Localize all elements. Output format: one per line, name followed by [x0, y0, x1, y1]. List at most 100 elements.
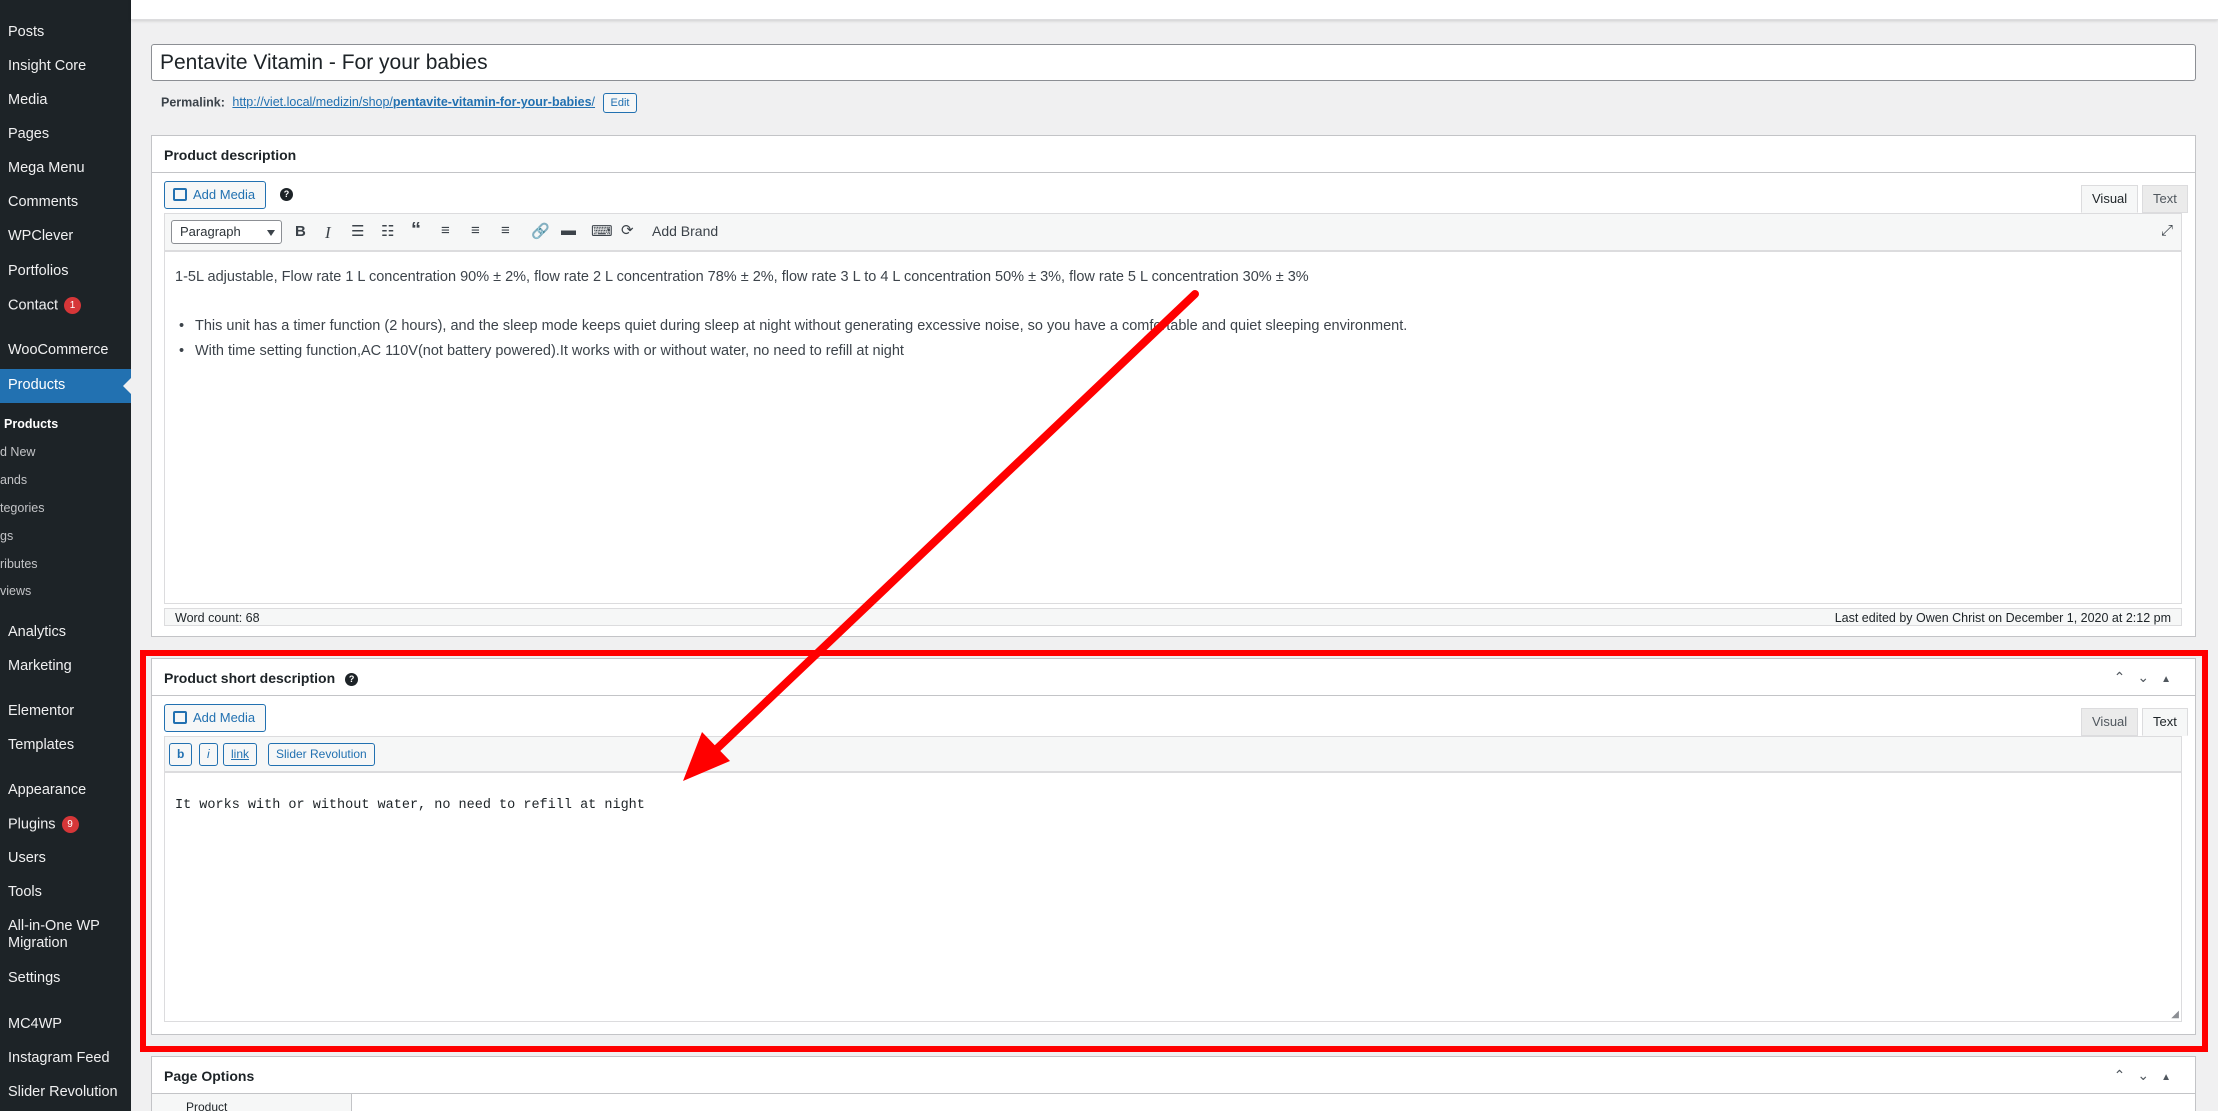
sidebar-item-slider-revolution[interactable]: Slider Revolution: [8, 1084, 118, 1100]
quicktag-bold-button[interactable]: b: [169, 743, 193, 766]
align-right-icon[interactable]: ≡: [501, 222, 510, 239]
sidebar-item-templates[interactable]: Templates: [8, 737, 74, 753]
sidebar-item-contact[interactable]: Contact 1: [8, 297, 81, 314]
admin-sidebar: Posts Insight Core Media Pages Mega Menu…: [0, 0, 131, 1111]
tab-visual[interactable]: Visual: [2081, 708, 2139, 736]
permalink-tail: /: [591, 95, 596, 110]
post-title-input[interactable]: [151, 44, 2196, 81]
short-description-text: It works with or without water, no need …: [175, 798, 645, 813]
sidebar-item-marketing[interactable]: Marketing: [8, 658, 72, 674]
sidebar-item-posts[interactable]: Posts: [8, 24, 44, 40]
postbox-header: Product short description? ⌃⌄▲: [152, 659, 2195, 696]
sidebar-item-products[interactable]: Products: [0, 369, 131, 403]
postbox-header: Page Options ⌃⌄▲: [152, 1057, 2195, 1094]
align-left-icon[interactable]: ≡: [441, 222, 450, 239]
postbox-title-text: Product short description: [164, 670, 336, 686]
sidebar-item-media[interactable]: Media: [8, 92, 48, 108]
sidebar-item-all-in-one-wp-migration[interactable]: All-in-One WP Migration: [8, 918, 100, 952]
read-more-icon[interactable]: ▬: [561, 222, 576, 239]
fullscreen-icon[interactable]: ⤢: [2161, 222, 2173, 239]
sidebar-item-analytics[interactable]: Analytics: [8, 624, 66, 640]
help-icon[interactable]: ?: [280, 188, 293, 201]
sidebar-item-plugins[interactable]: Plugins 9: [8, 816, 79, 833]
tab-text[interactable]: Text: [2142, 708, 2188, 736]
contact-count-badge: 1: [63, 297, 81, 314]
link-icon[interactable]: 🔗: [531, 222, 550, 240]
sidebar-item-settings[interactable]: Settings: [8, 970, 60, 986]
help-icon[interactable]: ?: [345, 672, 359, 686]
sidebar-item-tools[interactable]: Tools: [8, 884, 42, 900]
chevron-down-icon: [267, 230, 275, 236]
permalink-link[interactable]: http://viet.local/medizin/shop/pentavite…: [232, 95, 595, 109]
format-select[interactable]: Paragraph: [171, 220, 282, 244]
sidebar-item-label: Plugins: [8, 816, 56, 833]
top-header-bar: [131, 0, 2218, 20]
short-description-textarea[interactable]: It works with or without water, no need …: [164, 772, 2182, 1022]
sidebar-item-label: Contact: [8, 297, 58, 314]
bold-icon[interactable]: B: [295, 223, 306, 240]
sidebar-item-comments[interactable]: Comments: [8, 194, 78, 210]
product-description-box: Product description Add Media ? Visual T…: [151, 135, 2196, 637]
align-center-icon[interactable]: ≡: [471, 222, 480, 239]
italic-icon[interactable]: I: [325, 223, 331, 243]
resize-handle-icon[interactable]: ◢: [2171, 1009, 2179, 1021]
tab-text[interactable]: Text: [2142, 185, 2188, 213]
sidebar-item-mega-menu[interactable]: Mega Menu: [8, 160, 85, 176]
permalink-base: http://viet.local/medizin/shop/: [232, 95, 393, 110]
submenu-categories[interactable]: tegories: [0, 501, 44, 515]
sidebar-item-mc4wp[interactable]: MC4WP: [8, 1016, 62, 1032]
tab-visual[interactable]: Visual: [2081, 185, 2139, 213]
sidebar-item-label: All-in-One WP: [8, 918, 100, 934]
sidebar-item-insight-core[interactable]: Insight Core: [8, 58, 86, 74]
submenu-brands[interactable]: ands: [0, 473, 27, 487]
plugins-update-badge: 9: [61, 816, 79, 833]
sidebar-item-pages[interactable]: Pages: [8, 126, 49, 142]
collapse-toggle-icon[interactable]: ▲: [2161, 674, 2183, 685]
description-editor-content[interactable]: 1-5L adjustable, Flow rate 1 L concentra…: [164, 251, 2182, 604]
edit-permalink-button[interactable]: Edit: [602, 93, 638, 113]
move-down-icon[interactable]: ⌄: [2137, 1067, 2161, 1083]
sidebar-item-appearance[interactable]: Appearance: [8, 782, 86, 798]
sidebar-item-label-line2: Migration: [8, 935, 68, 951]
submenu-reviews[interactable]: views: [0, 584, 31, 598]
format-select-value: Paragraph: [180, 224, 241, 239]
sidebar-item-users[interactable]: Users: [8, 850, 46, 866]
current-menu-arrow: [123, 378, 131, 394]
quicktag-italic-button[interactable]: i: [199, 743, 218, 766]
slider-revolution-button[interactable]: Slider Revolution: [268, 743, 375, 766]
permalink-slug: pentavite-vitamin-for-your-babies: [392, 95, 592, 110]
move-up-icon[interactable]: ⌃: [2114, 1067, 2138, 1083]
editor-toolbar: Paragraph B I ☰ ☷ “ ≡ ≡ ≡ 🔗 ▬ ⌨ ⟳ Add Br…: [164, 213, 2182, 251]
sidebar-item-portfolios[interactable]: Portfolios: [8, 263, 68, 279]
postbox-header: Product description: [152, 136, 2195, 173]
bulleted-list-icon[interactable]: ☰: [351, 222, 364, 240]
tab-product[interactable]: Product: [152, 1094, 352, 1111]
page-options-box: Page Options ⌃⌄▲ Product: [151, 1056, 2196, 1111]
add-media-button[interactable]: Add Media: [164, 704, 267, 732]
sidebar-item-instagram-feed[interactable]: Instagram Feed: [8, 1050, 110, 1066]
add-media-button[interactable]: Add Media: [164, 181, 267, 209]
numbered-list-icon[interactable]: ☷: [381, 222, 394, 240]
editor-status-bar: Word count: 68 Last edited by Owen Chris…: [164, 608, 2182, 626]
collapse-toggle-icon[interactable]: ▲: [2161, 1072, 2183, 1083]
move-up-icon[interactable]: ⌃: [2114, 669, 2138, 685]
submenu-products[interactable]: Products: [4, 417, 58, 431]
submenu-add-new[interactable]: d New: [0, 445, 35, 459]
quicktag-link-button[interactable]: link: [223, 743, 258, 766]
postbox-title: Product short description?: [164, 670, 359, 686]
move-down-icon[interactable]: ⌄: [2137, 669, 2161, 685]
sidebar-item-wpclever[interactable]: WPClever: [8, 228, 73, 244]
submenu-attributes[interactable]: ributes: [0, 557, 38, 571]
refresh-icon[interactable]: ⟳: [621, 221, 634, 239]
toolbar-toggle-icon[interactable]: ⌨: [591, 222, 613, 240]
sidebar-item-woocommerce[interactable]: WooCommerce: [8, 342, 108, 358]
blockquote-icon[interactable]: “: [411, 219, 421, 242]
description-paragraph: 1-5L adjustable, Flow rate 1 L concentra…: [175, 269, 1309, 285]
submenu-tags[interactable]: gs: [0, 529, 13, 543]
add-media-label: Add Media: [193, 187, 256, 202]
postbox-controls: ⌃⌄▲: [2114, 1067, 2183, 1084]
media-icon: [173, 188, 187, 202]
add-brand-button[interactable]: Add Brand: [652, 223, 718, 239]
sidebar-item-elementor[interactable]: Elementor: [8, 703, 74, 719]
media-icon: [173, 711, 187, 725]
